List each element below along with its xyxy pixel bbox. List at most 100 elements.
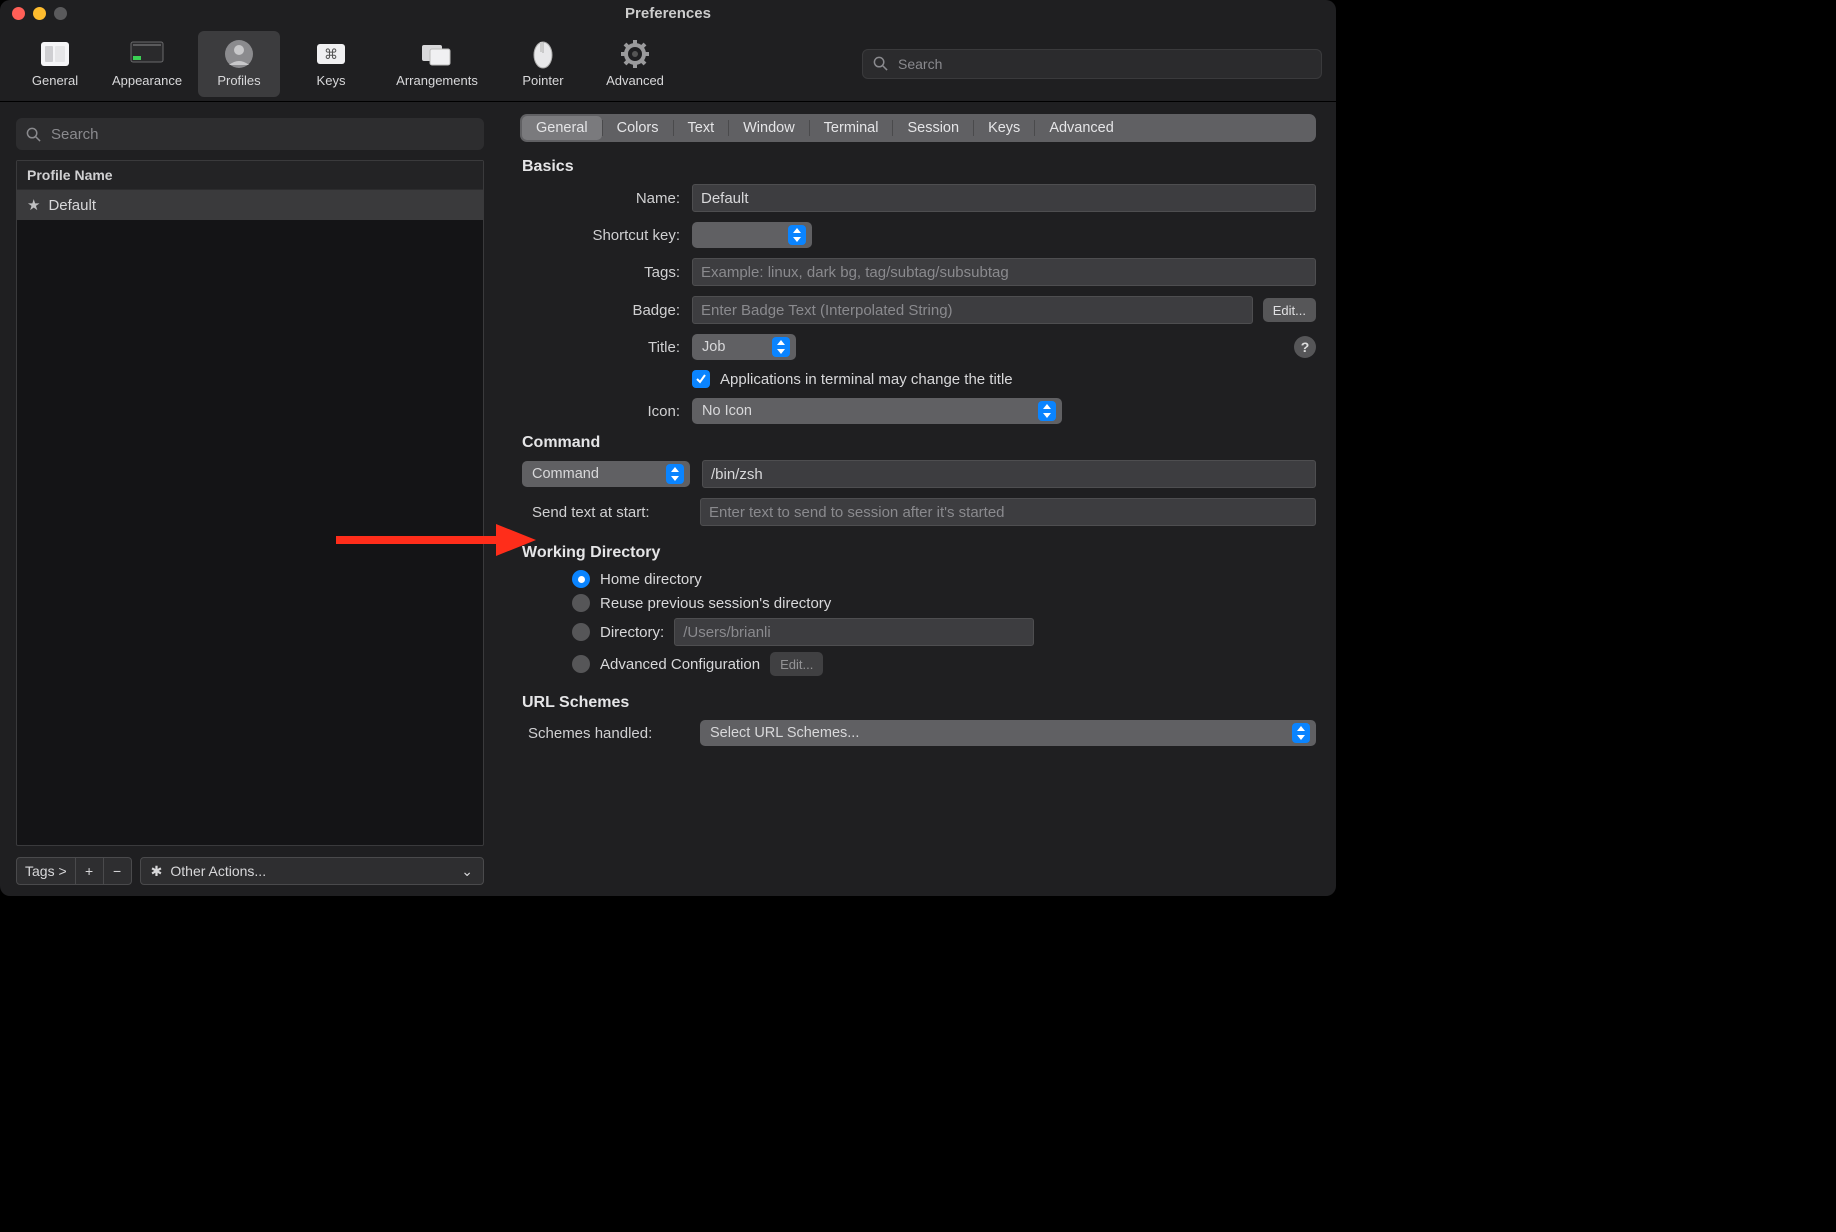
toolbar-label: Pointer	[522, 73, 563, 88]
label-name: Name:	[520, 190, 680, 207]
wd-reuse-row[interactable]: Reuse previous session's directory	[572, 594, 1316, 612]
tab-advanced[interactable]: Advanced	[1035, 116, 1128, 140]
label-icon: Icon:	[520, 403, 680, 420]
wd-directory-label: Directory:	[600, 624, 664, 641]
radio-reuse[interactable]	[572, 594, 590, 612]
other-actions-menu[interactable]: ✱ Other Actions... ⌄	[140, 857, 484, 885]
toolbar-general[interactable]: General	[14, 31, 96, 97]
apps-change-title-checkbox[interactable]	[692, 370, 710, 388]
badge-input[interactable]	[692, 296, 1253, 324]
toolbar-search[interactable]	[862, 49, 1322, 79]
appearance-icon	[130, 39, 164, 69]
tab-colors[interactable]: Colors	[603, 116, 673, 140]
updown-icon	[788, 225, 806, 245]
shortcut-select[interactable]	[692, 222, 812, 248]
profile-list-header: Profile Name	[17, 161, 483, 190]
wd-advanced-edit-button[interactable]: Edit...	[770, 652, 823, 676]
updown-icon	[1038, 401, 1056, 421]
toolbar-label: Profiles	[217, 73, 260, 88]
keys-icon: ⌘	[314, 39, 348, 69]
wd-reuse-label: Reuse previous session's directory	[600, 595, 831, 612]
toolbar-keys[interactable]: ⌘ Keys	[290, 31, 372, 97]
title-select[interactable]: Job	[692, 334, 796, 360]
icon-select[interactable]: No Icon	[692, 398, 1062, 424]
profiles-icon	[222, 39, 256, 69]
window-title: Preferences	[0, 5, 1336, 22]
tab-keys[interactable]: Keys	[974, 116, 1034, 140]
toolbar-pointer[interactable]: Pointer	[502, 31, 584, 97]
label-shortcut: Shortcut key:	[520, 227, 680, 244]
radio-home[interactable]	[572, 570, 590, 588]
profile-list: Profile Name ★ Default	[16, 160, 484, 846]
label-send-text: Send text at start:	[520, 504, 688, 521]
profile-search[interactable]	[16, 118, 484, 150]
profile-search-input[interactable]	[49, 125, 474, 144]
toolbar-profiles[interactable]: Profiles	[198, 31, 280, 97]
other-actions-label: Other Actions...	[170, 863, 266, 879]
toolbar-label: Arrangements	[396, 73, 478, 88]
label-badge: Badge:	[520, 302, 680, 319]
toolbar-search-input[interactable]	[896, 55, 1311, 73]
apps-change-title-label: Applications in terminal may change the …	[720, 371, 1013, 388]
tab-terminal[interactable]: Terminal	[810, 116, 893, 140]
toolbar-arrangements[interactable]: Arrangements	[382, 31, 492, 97]
profile-tabs: General Colors Text Window Terminal Sess…	[520, 114, 1316, 142]
toolbar-label: Advanced	[606, 73, 664, 88]
badge-edit-button[interactable]: Edit...	[1263, 298, 1316, 322]
radio-advanced[interactable]	[572, 655, 590, 673]
search-icon	[26, 127, 41, 142]
tab-text[interactable]: Text	[674, 116, 729, 140]
general-icon	[38, 39, 72, 69]
schemes-select[interactable]: Select URL Schemes...	[700, 720, 1316, 746]
command-type-value: Command	[532, 466, 599, 482]
help-button[interactable]: ?	[1294, 336, 1316, 358]
toolbar-advanced[interactable]: Advanced	[594, 31, 676, 97]
add-profile-button[interactable]: +	[76, 857, 104, 885]
wd-advanced-label: Advanced Configuration	[600, 656, 760, 673]
toolbar-label: General	[32, 73, 78, 88]
wd-home-row[interactable]: Home directory	[572, 570, 1316, 588]
name-input[interactable]	[692, 184, 1316, 212]
section-working-directory: Working Directory	[522, 544, 1316, 562]
tab-window[interactable]: Window	[729, 116, 809, 140]
search-icon	[873, 56, 888, 71]
wd-directory-input[interactable]	[674, 618, 1034, 646]
tags-input[interactable]	[692, 258, 1316, 286]
tab-session[interactable]: Session	[893, 116, 973, 140]
updown-icon	[1292, 723, 1310, 743]
svg-text:⌘: ⌘	[324, 46, 338, 62]
wd-directory-row[interactable]: Directory:	[572, 618, 1316, 646]
arrangements-icon	[420, 39, 454, 69]
star-icon: ★	[27, 196, 40, 214]
toolbar: General Appearance Profiles ⌘ Keys	[0, 26, 1336, 102]
profile-row[interactable]: ★ Default	[17, 190, 483, 220]
gear-icon	[618, 39, 652, 69]
chevron-down-icon: ⌄	[461, 863, 473, 880]
label-schemes: Schemes handled:	[520, 725, 688, 742]
updown-icon	[772, 337, 790, 357]
toolbar-label: Keys	[317, 73, 346, 88]
send-text-input[interactable]	[700, 498, 1316, 526]
wd-home-label: Home directory	[600, 571, 702, 588]
updown-icon	[666, 464, 684, 484]
tags-button[interactable]: Tags >	[16, 857, 76, 885]
title-value: Job	[702, 339, 725, 355]
command-input[interactable]	[702, 460, 1316, 488]
pointer-icon	[526, 39, 560, 69]
section-basics: Basics	[522, 158, 1316, 176]
remove-profile-button[interactable]: −	[104, 857, 132, 885]
schemes-value: Select URL Schemes...	[710, 725, 859, 741]
radio-directory[interactable]	[572, 623, 590, 641]
icon-value: No Icon	[702, 403, 752, 419]
label-title: Title:	[520, 339, 680, 356]
wd-advanced-row[interactable]: Advanced Configuration Edit...	[572, 652, 1316, 676]
section-command: Command	[522, 434, 1316, 452]
profile-name: Default	[48, 197, 96, 214]
toolbar-appearance[interactable]: Appearance	[106, 31, 188, 97]
section-url-schemes: URL Schemes	[522, 694, 1316, 712]
gear-icon: ✱	[151, 863, 163, 880]
toolbar-label: Appearance	[112, 73, 182, 88]
label-tags: Tags:	[520, 264, 680, 281]
command-type-select[interactable]: Command	[522, 461, 690, 487]
tab-general[interactable]: General	[522, 116, 602, 140]
